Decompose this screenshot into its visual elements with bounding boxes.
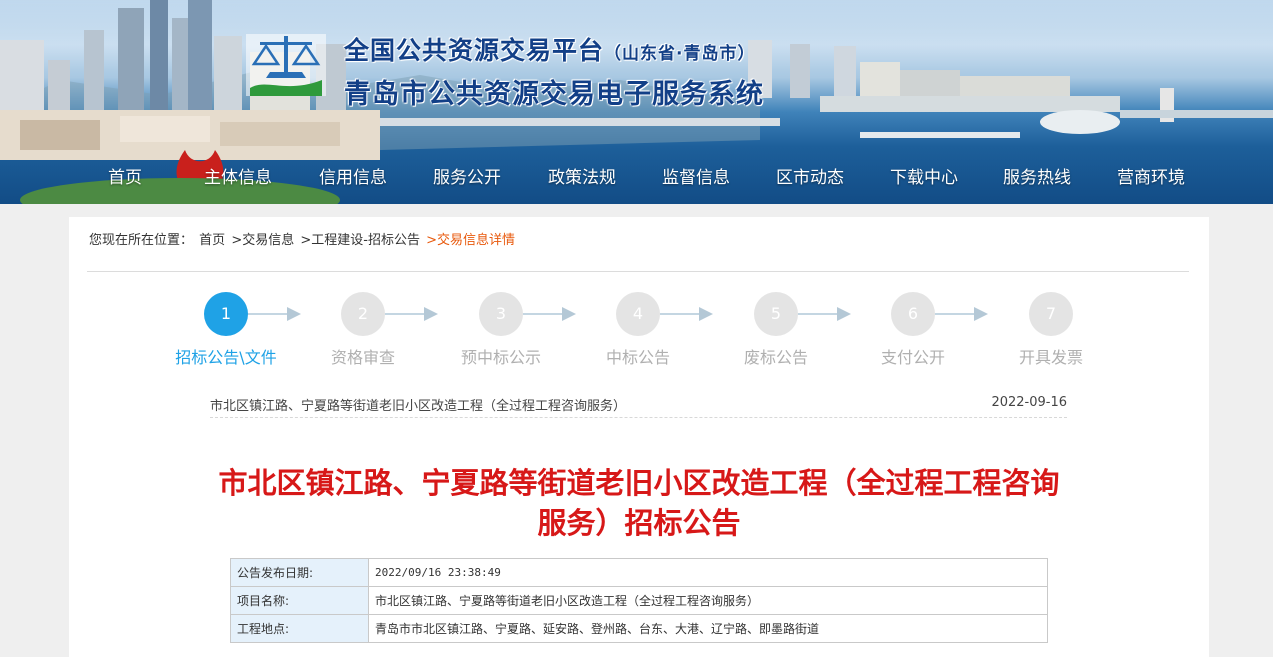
table-key: 工程地点:	[230, 614, 369, 643]
notice-title-line1: 市北区镇江路、宁夏路等街道老旧小区改造工程（全过程工程咨询	[218, 466, 1060, 500]
nav-item-downloads[interactable]: 下载中心	[890, 160, 958, 196]
table-row: 工程地点: 青岛市市北区镇江路、宁夏路、延安路、登州路、台东、大港、辽宁路、即墨…	[230, 614, 1048, 643]
step-6-label[interactable]: 支付公开	[843, 344, 983, 368]
nav-item-entity-info[interactable]: 主体信息	[204, 160, 272, 196]
step-arrow-icon	[974, 307, 988, 321]
notice-info-table: 公告发布日期: 2022/09/16 23:38:49 项目名称: 市北区镇江路…	[230, 558, 1048, 643]
table-value: 青岛市市北区镇江路、宁夏路、延安路、登州路、台东、大港、辽宁路、即墨路街道	[368, 614, 1048, 643]
step-4-label[interactable]: 中标公告	[568, 344, 708, 368]
platform-title: 全国公共资源交易平台（山东省·青岛市）	[344, 36, 756, 65]
project-date: 2022-09-16	[991, 395, 1067, 410]
step-arrow-icon	[837, 307, 851, 321]
step-2-label[interactable]: 资格审查	[293, 344, 433, 368]
step-3-circle[interactable]: 3	[479, 292, 523, 336]
breadcrumb: 您现在所在位置： 首页 >交易信息 >工程建设-招标公告 >交易信息详情	[89, 229, 517, 248]
nav-item-credit-info[interactable]: 信用信息	[319, 160, 387, 196]
breadcrumb-bid-notice[interactable]: >工程建设-招标公告	[300, 233, 420, 248]
table-row: 公告发布日期: 2022/09/16 23:38:49	[230, 558, 1048, 587]
platform-logo-icon	[246, 34, 326, 96]
nav-item-business-env[interactable]: 营商环境	[1117, 160, 1185, 196]
step-5-circle[interactable]: 5	[754, 292, 798, 336]
breadcrumb-current: >交易信息详情	[426, 233, 515, 248]
project-row[interactable]: 市北区镇江路、宁夏路等街道老旧小区改造工程（全过程工程咨询服务） 2022-09…	[210, 391, 1067, 418]
step-1-circle[interactable]: 1	[204, 292, 248, 336]
nav-item-hotline[interactable]: 服务热线	[1003, 160, 1071, 196]
step-arrow-icon	[287, 307, 301, 321]
step-7-circle[interactable]: 7	[1029, 292, 1073, 336]
table-value: 2022/09/16 23:38:49	[368, 558, 1048, 587]
nav-item-supervision[interactable]: 监督信息	[662, 160, 730, 196]
step-arrow-icon	[699, 307, 713, 321]
nav-item-home[interactable]: 首页	[108, 160, 142, 196]
divider	[87, 271, 1189, 272]
step-arrow-icon	[424, 307, 438, 321]
notice-title-line2: 服务）招标公告	[537, 506, 741, 540]
step-5-label[interactable]: 废标公告	[706, 344, 846, 368]
step-7-label[interactable]: 开具发票	[981, 344, 1121, 368]
breadcrumb-prefix: 您现在所在位置：	[89, 233, 194, 248]
table-value: 市北区镇江路、宁夏路等街道老旧小区改造工程（全过程工程咨询服务）	[368, 586, 1048, 615]
step-3-label[interactable]: 预中标公示	[431, 344, 571, 368]
project-name[interactable]: 市北区镇江路、宁夏路等街道老旧小区改造工程（全过程工程咨询服务）	[210, 395, 626, 414]
system-title: 青岛市公共资源交易电子服务系统	[344, 79, 764, 110]
nav-item-district-news[interactable]: 区市动态	[776, 160, 844, 196]
table-key: 公告发布日期:	[230, 558, 369, 587]
notice-title: 市北区镇江路、宁夏路等街道老旧小区改造工程（全过程工程咨询 服务）招标公告	[189, 463, 1089, 543]
step-2-circle[interactable]: 2	[341, 292, 385, 336]
table-key: 项目名称:	[230, 586, 369, 615]
nav-item-service-public[interactable]: 服务公开	[433, 160, 501, 196]
step-arrow-icon	[562, 307, 576, 321]
main-nav: 首页 主体信息 信用信息 服务公开 政策法规 监督信息 区市动态 下载中心 服务…	[0, 160, 1273, 196]
breadcrumb-trade-info[interactable]: >交易信息	[231, 233, 294, 248]
step-6-circle[interactable]: 6	[891, 292, 935, 336]
content-card: 您现在所在位置： 首页 >交易信息 >工程建设-招标公告 >交易信息详情 1 招…	[69, 217, 1209, 657]
site-banner: 全国公共资源交易平台（山东省·青岛市） 青岛市公共资源交易电子服务系统 首页 主…	[0, 0, 1273, 204]
step-1-label[interactable]: 招标公告\文件	[156, 344, 296, 368]
breadcrumb-home[interactable]: 首页	[199, 233, 225, 248]
table-row: 项目名称: 市北区镇江路、宁夏路等街道老旧小区改造工程（全过程工程咨询服务）	[230, 586, 1048, 615]
nav-item-policy[interactable]: 政策法规	[548, 160, 616, 196]
step-4-circle[interactable]: 4	[616, 292, 660, 336]
